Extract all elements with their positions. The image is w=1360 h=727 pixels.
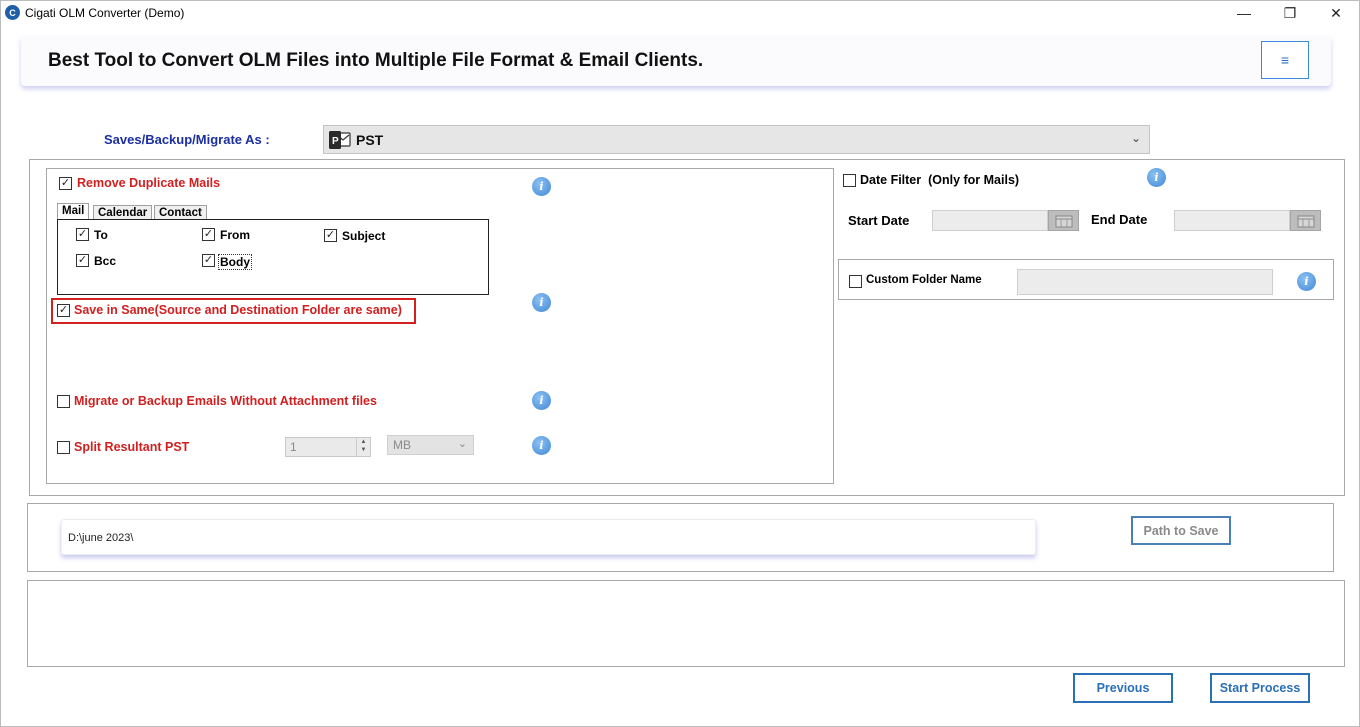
- custom-folder-input[interactable]: [1017, 269, 1273, 295]
- start-process-button[interactable]: Start Process: [1210, 673, 1310, 703]
- mail-fields-box: To From Subject Bcc Body: [57, 219, 489, 295]
- app-logo-icon: C: [5, 5, 20, 20]
- mail-options-panel: Remove Duplicate Mails i Mail Calendar C…: [46, 168, 834, 484]
- destination-path-value: D:\june 2023\: [68, 532, 134, 544]
- app-window: C Cigati OLM Converter (Demo) — ❐ ✕ Best…: [0, 0, 1360, 727]
- outlook-pst-icon: P: [329, 130, 351, 150]
- chevron-down-icon: ⌄: [457, 438, 467, 450]
- info-icon[interactable]: i: [1147, 168, 1166, 187]
- chevron-down-icon: ⌄: [1130, 131, 1141, 145]
- close-button[interactable]: ✕: [1313, 1, 1359, 25]
- window-title: Cigati OLM Converter (Demo): [25, 6, 185, 20]
- info-icon[interactable]: i: [532, 436, 551, 455]
- remove-duplicate-label: Remove Duplicate Mails: [77, 176, 221, 190]
- previous-button[interactable]: Previous: [1073, 673, 1173, 703]
- field-subject-label: Subject: [342, 229, 386, 243]
- split-pst-checkbox[interactable]: [57, 441, 70, 454]
- split-size-stepper[interactable]: 1 ▲ ▼: [285, 437, 371, 457]
- field-to-label: To: [94, 228, 108, 242]
- field-from-checkbox[interactable]: [202, 228, 215, 241]
- minimize-button[interactable]: —: [1221, 1, 1267, 25]
- end-date-input[interactable]: [1174, 210, 1290, 231]
- remove-duplicate-checkbox[interactable]: [59, 177, 72, 190]
- end-date-label: End Date: [1091, 212, 1148, 227]
- maximize-button[interactable]: ❐: [1267, 1, 1313, 25]
- start-date-input[interactable]: [932, 210, 1048, 231]
- calendar-icon: [1297, 215, 1314, 227]
- custom-folder-label: Custom Folder Name: [866, 274, 982, 286]
- field-from-label: From: [220, 228, 250, 242]
- stepper-arrows-icon[interactable]: ▲ ▼: [356, 438, 370, 456]
- split-pst-label: Split Resultant PST: [74, 440, 190, 454]
- path-to-save-button[interactable]: Path to Save: [1131, 516, 1231, 545]
- destination-path-panel: D:\june 2023\ Path to Save: [27, 503, 1334, 572]
- calendar-icon: [1055, 215, 1072, 227]
- start-date-calendar-button[interactable]: [1048, 210, 1079, 231]
- format-dropdown[interactable]: P PST ⌄: [323, 125, 1150, 154]
- info-icon[interactable]: i: [532, 177, 551, 196]
- custom-folder-checkbox[interactable]: [849, 275, 862, 288]
- options-panel: Remove Duplicate Mails i Mail Calendar C…: [29, 159, 1345, 496]
- title-bar: C Cigati OLM Converter (Demo) — ❐ ✕: [1, 1, 1359, 25]
- field-bcc-checkbox[interactable]: [76, 254, 89, 267]
- end-date-calendar-button[interactable]: [1290, 210, 1321, 231]
- info-icon[interactable]: i: [532, 391, 551, 410]
- field-subject-checkbox[interactable]: [324, 229, 337, 242]
- field-to-checkbox[interactable]: [76, 228, 89, 241]
- without-attachment-label: Migrate or Backup Emails Without Attachm…: [74, 394, 377, 408]
- field-body-checkbox[interactable]: [202, 254, 215, 267]
- save-in-same-label: Save in Same(Source and Destination Fold…: [74, 303, 402, 317]
- date-filter-label: Date Filter (Only for Mails): [860, 173, 1020, 187]
- destination-path-field[interactable]: D:\june 2023\: [61, 519, 1036, 555]
- banner-title: Best Tool to Convert OLM Files into Mult…: [48, 50, 704, 71]
- save-in-same-checkbox[interactable]: [57, 304, 70, 317]
- custom-folder-panel: Custom Folder Name i: [838, 259, 1334, 300]
- hamburger-menu-button[interactable]: ≡: [1261, 41, 1309, 79]
- split-unit-value: MB: [393, 438, 411, 452]
- svg-text:P: P: [332, 136, 339, 147]
- log-panel: [27, 580, 1345, 667]
- field-bcc-label: Bcc: [94, 254, 117, 268]
- start-date-label: Start Date: [848, 213, 910, 228]
- info-icon[interactable]: i: [1297, 272, 1316, 291]
- field-body-label: Body: [218, 254, 252, 270]
- info-icon[interactable]: i: [532, 293, 551, 312]
- format-selected-value: PST: [356, 132, 384, 148]
- saveas-label: Saves/Backup/Migrate As :: [104, 132, 270, 147]
- without-attachment-checkbox[interactable]: [57, 395, 70, 408]
- header-banner: Best Tool to Convert OLM Files into Mult…: [21, 36, 1331, 86]
- hamburger-icon: ≡: [1280, 52, 1290, 68]
- split-unit-dropdown[interactable]: MB ⌄: [387, 435, 474, 455]
- split-size-value: 1: [290, 440, 297, 454]
- date-filter-checkbox[interactable]: [843, 174, 856, 187]
